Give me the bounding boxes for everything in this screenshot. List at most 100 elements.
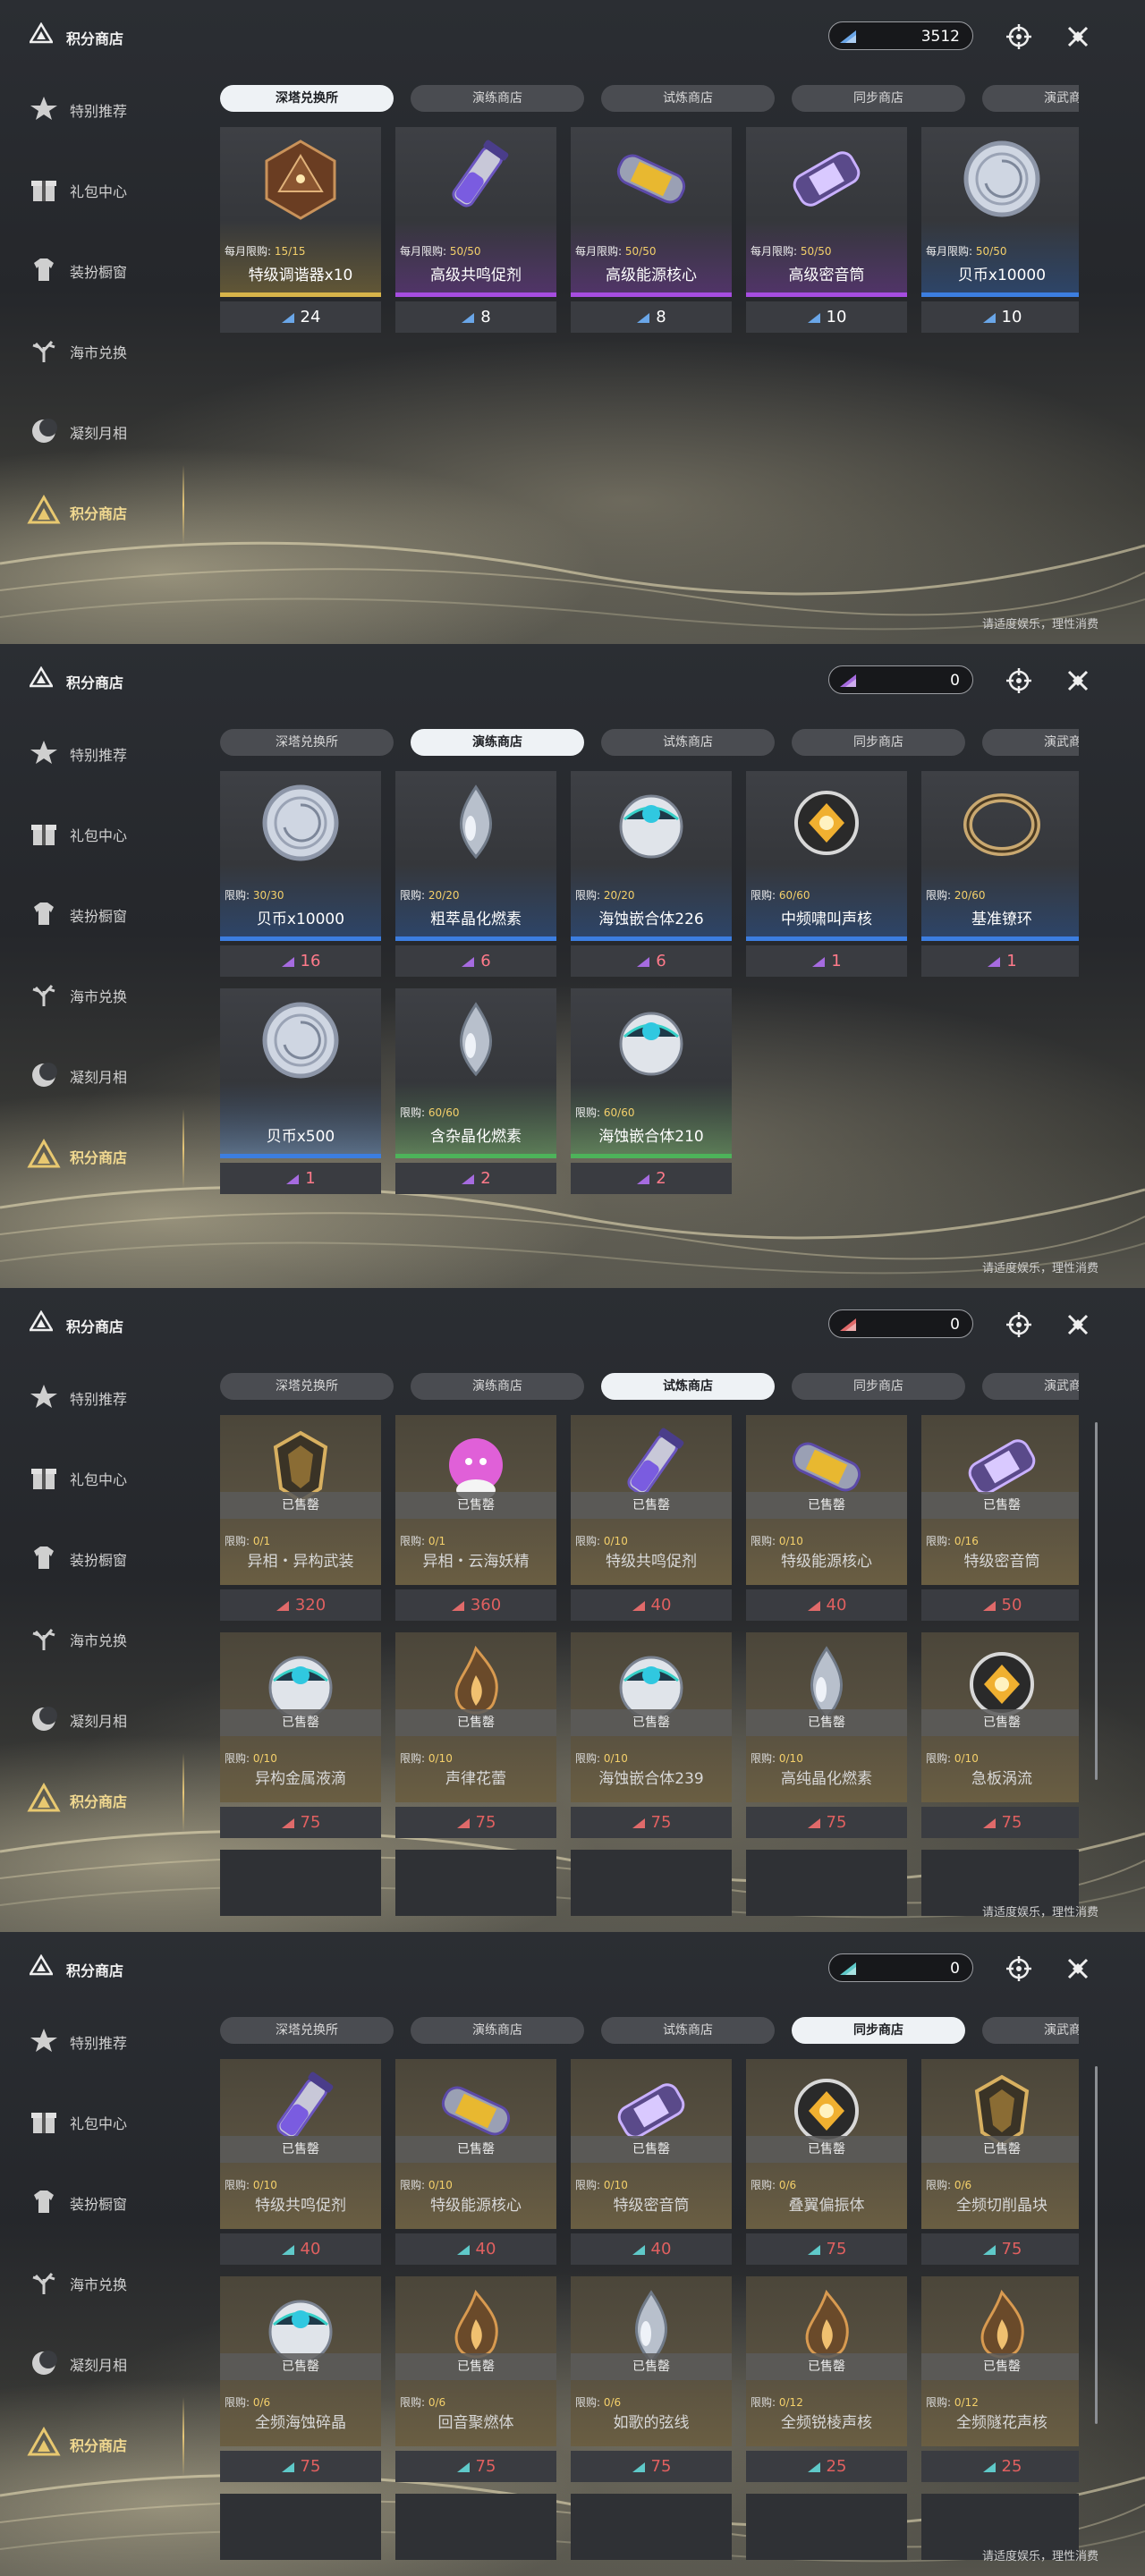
sidebar-item-5[interactable]: 凝刻月相 (27, 1696, 197, 1735)
shop-item-card[interactable]: 已售罄 限购: 0/10 特级共鸣促剂 40 (571, 1415, 732, 1621)
shop-item-card[interactable]: 已售罄 限购: 0/10 海蚀嵌合体239 75 (571, 1632, 732, 1838)
tab-1[interactable]: 深塔兑换所 (220, 729, 394, 756)
shop-item-card[interactable] (395, 1850, 556, 1916)
shop-item-card[interactable]: 每月限购: 50/50 贝币x10000 10 (921, 127, 1079, 333)
shop-item-card[interactable]: 已售罄 限购: 0/10 特级能源核心 40 (395, 2059, 556, 2265)
sidebar-item-6[interactable]: 积分商店 (27, 1776, 197, 1816)
sidebar-item-5[interactable]: 凝刻月相 (27, 408, 197, 447)
shop-item-card[interactable]: 已售罄 限购: 0/12 全频锐棱声核 25 (746, 2276, 907, 2482)
shop-item-card[interactable]: 已售罄 限购: 0/10 异构金属液滴 75 (220, 1632, 381, 1838)
sidebar-item-5[interactable]: 凝刻月相 (27, 1052, 197, 1091)
shop-item-card[interactable]: 已售罄 限购: 0/6 全频切削晶块 75 (921, 2059, 1079, 2265)
shop-item-card[interactable]: 限购: 60/60 海蚀嵌合体210 2 (571, 988, 732, 1194)
shop-item-card[interactable]: 限购: 60/60 中频啸叫声核 1 (746, 771, 907, 977)
tab-4[interactable]: 同步商店 (792, 85, 965, 112)
tab-5[interactable]: 演武商店 (982, 2017, 1079, 2044)
sidebar-item-3[interactable]: 装扮橱窗 (27, 891, 197, 930)
shop-item-card[interactable]: 已售罄 限购: 0/1 异相・异构武装 320 (220, 1415, 381, 1621)
sidebar-item-1[interactable]: 特别推荐 (27, 2018, 197, 2057)
target-help-icon[interactable] (1005, 1311, 1032, 1338)
shop-item-card[interactable] (746, 1850, 907, 1916)
sidebar-item-2[interactable]: 礼包中心 (27, 166, 197, 206)
tab-4[interactable]: 同步商店 (792, 1373, 965, 1400)
purchase-limit-label: 限购: (575, 889, 601, 902)
shop-item-card[interactable]: 已售罄 限购: 0/6 叠翼偏振体 75 (746, 2059, 907, 2265)
shop-item-card[interactable]: 已售罄 限购: 0/1 异相・云海妖精 360 (395, 1415, 556, 1621)
sold-out-band: 已售罄 (746, 2136, 907, 2163)
shop-item-card[interactable]: 限购: 60/60 含杂晶化燃素 2 (395, 988, 556, 1194)
sidebar-item-6[interactable]: 积分商店 (27, 488, 197, 528)
sidebar-item-2[interactable]: 礼包中心 (27, 2098, 197, 2138)
shop-item-card[interactable] (220, 1850, 381, 1916)
sidebar-item-3[interactable]: 装扮橱窗 (27, 247, 197, 286)
sidebar-item-6[interactable]: 积分商店 (27, 2420, 197, 2460)
tab-5[interactable]: 演武商店 (982, 1373, 1079, 1400)
shop-item-card[interactable] (395, 2494, 556, 2560)
tab-4[interactable]: 同步商店 (792, 729, 965, 756)
tab-3[interactable]: 试炼商店 (601, 2017, 775, 2044)
shop-item-card[interactable]: 已售罄 限购: 0/10 高纯晶化燃素 75 (746, 1632, 907, 1838)
shop-item-card[interactable]: 贝币x500 1 (220, 988, 381, 1194)
tab-2[interactable]: 演练商店 (411, 1373, 584, 1400)
currency-icon (812, 957, 826, 967)
tab-5[interactable]: 演武商店 (982, 729, 1079, 756)
shop-item-card[interactable]: 已售罄 限购: 0/16 特级密音筒 50 (921, 1415, 1079, 1621)
purchase-limit-label: 限购: (751, 1535, 776, 1547)
shop-item-card[interactable]: 已售罄 限购: 0/10 声律花蕾 75 (395, 1632, 556, 1838)
sidebar-item-1[interactable]: 特别推荐 (27, 1374, 197, 1413)
sidebar-item-label: 特别推荐 (70, 747, 128, 764)
shop-item-card[interactable]: 限购: 20/20 海蚀嵌合体226 6 (571, 771, 732, 977)
sidebar-item-5[interactable]: 凝刻月相 (27, 2340, 197, 2379)
close-icon[interactable] (1064, 667, 1091, 694)
tab-1[interactable]: 深塔兑换所 (220, 2017, 394, 2044)
shop-item-card[interactable] (746, 2494, 907, 2560)
tab-3[interactable]: 试炼商店 (601, 729, 775, 756)
shop-item-card[interactable]: 已售罄 限购: 0/6 如歌的弦线 75 (571, 2276, 732, 2482)
sidebar-item-4[interactable]: 海市兑换 (27, 1615, 197, 1655)
sidebar-item-4[interactable]: 海市兑换 (27, 2259, 197, 2299)
sidebar-item-4[interactable]: 海市兑换 (27, 327, 197, 367)
sidebar-item-1[interactable]: 特别推荐 (27, 730, 197, 769)
sidebar-item-3[interactable]: 装扮橱窗 (27, 2179, 197, 2218)
close-icon[interactable] (1064, 23, 1091, 50)
target-help-icon[interactable] (1005, 1955, 1032, 1982)
sidebar-item-2[interactable]: 礼包中心 (27, 1454, 197, 1494)
tab-4[interactable]: 同步商店 (792, 2017, 965, 2044)
sidebar-item-3[interactable]: 装扮橱窗 (27, 1535, 197, 1574)
shop-item-card[interactable]: 限购: 30/30 贝币x10000 16 (220, 771, 381, 977)
target-help-icon[interactable] (1005, 667, 1032, 694)
shop-item-card[interactable]: 每月限购: 15/15 特级调谐器x10 24 (220, 127, 381, 333)
target-help-icon[interactable] (1005, 23, 1032, 50)
tab-3[interactable]: 试炼商店 (601, 1373, 775, 1400)
tab-2[interactable]: 演练商店 (411, 2017, 584, 2044)
tab-5[interactable]: 演武商店 (982, 85, 1079, 112)
shop-item-card[interactable] (571, 1850, 732, 1916)
shop-item-card[interactable]: 已售罄 限购: 0/10 特级共鸣促剂 40 (220, 2059, 381, 2265)
shop-item-card[interactable]: 已售罄 限购: 0/10 特级能源核心 40 (746, 1415, 907, 1621)
close-icon[interactable] (1064, 1955, 1091, 1982)
shop-item-card[interactable]: 限购: 20/60 基准镣环 1 (921, 771, 1079, 977)
shop-item-card[interactable]: 已售罄 限购: 0/6 全频海蚀碎晶 75 (220, 2276, 381, 2482)
shop-item-card[interactable]: 每月限购: 50/50 高级能源核心 8 (571, 127, 732, 333)
shop-item-card[interactable]: 每月限购: 50/50 高级共鸣促剂 8 (395, 127, 556, 333)
sidebar-item-2[interactable]: 礼包中心 (27, 810, 197, 850)
shop-item-card[interactable]: 已售罄 限购: 0/6 回音聚燃体 75 (395, 2276, 556, 2482)
shop-item-card[interactable] (571, 2494, 732, 2560)
shop-item-card[interactable]: 已售罄 限购: 0/10 急板涡流 75 (921, 1632, 1079, 1838)
shop-item-card[interactable]: 每月限购: 50/50 高级密音筒 10 (746, 127, 907, 333)
shop-item-card[interactable] (220, 2494, 381, 2560)
tab-1[interactable]: 深塔兑换所 (220, 85, 394, 112)
close-icon[interactable] (1064, 1311, 1091, 1338)
sidebar-item-4[interactable]: 海市兑换 (27, 971, 197, 1011)
grid-scrollbar[interactable] (1095, 2066, 1098, 2424)
shop-item-card[interactable]: 限购: 20/20 粗萃晶化燃素 6 (395, 771, 556, 977)
tab-2[interactable]: 演练商店 (411, 729, 584, 756)
shop-item-card[interactable]: 已售罄 限购: 0/10 特级密音筒 40 (571, 2059, 732, 2265)
shop-item-card[interactable]: 已售罄 限购: 0/12 全频隧花声核 25 (921, 2276, 1079, 2482)
sidebar-item-6[interactable]: 积分商店 (27, 1132, 197, 1172)
tab-3[interactable]: 试炼商店 (601, 85, 775, 112)
tab-2[interactable]: 演练商店 (411, 85, 584, 112)
tab-1[interactable]: 深塔兑换所 (220, 1373, 394, 1400)
grid-scrollbar[interactable] (1095, 1422, 1098, 1780)
sidebar-item-1[interactable]: 特别推荐 (27, 86, 197, 125)
